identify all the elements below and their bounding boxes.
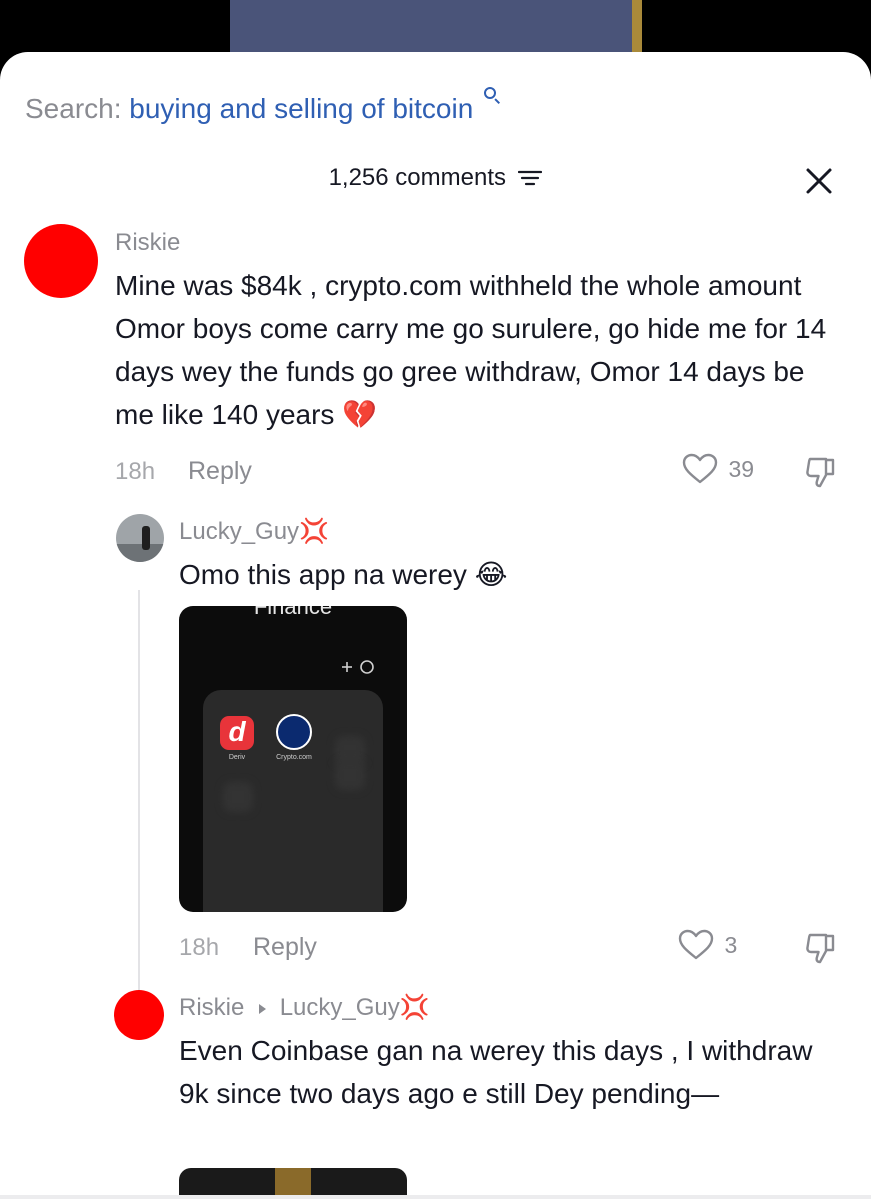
video-frame-accent	[632, 0, 642, 60]
avatar[interactable]	[24, 224, 98, 298]
comment-text-body: Mine was $84k , crypto.com withheld the …	[115, 270, 827, 430]
thread-line	[138, 590, 140, 1014]
like-count: 3	[724, 931, 738, 958]
crypto-app-icon	[276, 714, 312, 750]
like-button[interactable]: 3	[678, 929, 737, 965]
search-query-link[interactable]: buying and selling of bitcoin	[129, 93, 473, 124]
heart-icon	[682, 453, 718, 484]
anger-emoji: 💢	[299, 518, 329, 545]
comments-count: 1,256 comments	[328, 164, 506, 191]
thumbs-down-icon[interactable]	[804, 455, 838, 489]
comment-time: 18h	[115, 458, 156, 485]
thumbs-down-icon[interactable]	[804, 931, 838, 965]
reply-username-text: Lucky_Guy	[179, 518, 300, 545]
reply-arrow-icon	[259, 1003, 267, 1014]
comments-header: 1,256 comments	[0, 164, 871, 200]
reply-button[interactable]: Reply	[253, 933, 317, 962]
search-icon	[483, 86, 501, 106]
avatar[interactable]	[114, 990, 164, 1040]
reply-to-username[interactable]: Lucky_Guy	[280, 994, 400, 1021]
reply-time: 18h	[179, 934, 220, 961]
comment-username[interactable]: Riskie	[115, 229, 180, 257]
comments-sheet: Search: buying and selling of bitcoin 1,…	[0, 52, 871, 1199]
reply-text-body: Omo this app na werey	[179, 559, 467, 590]
app-folder-panel: d Deriv Crypto.com	[203, 690, 383, 912]
video-frame-person	[230, 0, 642, 60]
blurred-app	[335, 760, 365, 790]
comment-text: Mine was $84k , crypto.com withheld the …	[115, 264, 845, 436]
crypto-app-label: Crypto.com	[276, 754, 312, 761]
deriv-app-icon: d	[220, 716, 254, 750]
reply-text: Omo this app na werey 😂	[179, 553, 829, 596]
anger-emoji: 💢	[399, 994, 430, 1021]
search-suggestion[interactable]: Search: buying and selling of bitcoin	[25, 86, 501, 125]
deriv-app-letter: d	[228, 716, 246, 747]
like-count: 39	[728, 455, 755, 482]
reply-username-text: Riskie	[179, 994, 245, 1021]
avatar[interactable]	[116, 514, 164, 562]
bottom-divider	[0, 1195, 871, 1199]
heart-icon	[678, 929, 714, 960]
deriv-app-label: Deriv	[228, 754, 246, 761]
broken-heart-emoji: 💔	[342, 399, 378, 430]
reply-text: Even Coinbase gan na werey this days , I…	[179, 1035, 813, 1109]
video-background	[0, 0, 871, 60]
image-attachment[interactable]: Finance d Deriv Crypto.com	[179, 606, 407, 912]
reply-username[interactable]: Riskie Lucky_Guy💢	[179, 993, 430, 1022]
laughing-emoji: 😂	[474, 559, 508, 590]
folder-controls	[342, 660, 374, 674]
blurred-app	[223, 782, 253, 812]
folder-label: Finance	[253, 606, 333, 619]
reply-username[interactable]: Lucky_Guy💢	[179, 517, 329, 546]
like-button[interactable]: 39	[682, 453, 754, 489]
avatar-silhouette	[116, 544, 164, 562]
close-icon[interactable]	[804, 166, 834, 196]
avatar-figure	[142, 526, 150, 550]
sort-icon[interactable]	[518, 169, 543, 187]
reply-button[interactable]: Reply	[188, 457, 252, 486]
search-prefix: Search:	[25, 93, 122, 124]
